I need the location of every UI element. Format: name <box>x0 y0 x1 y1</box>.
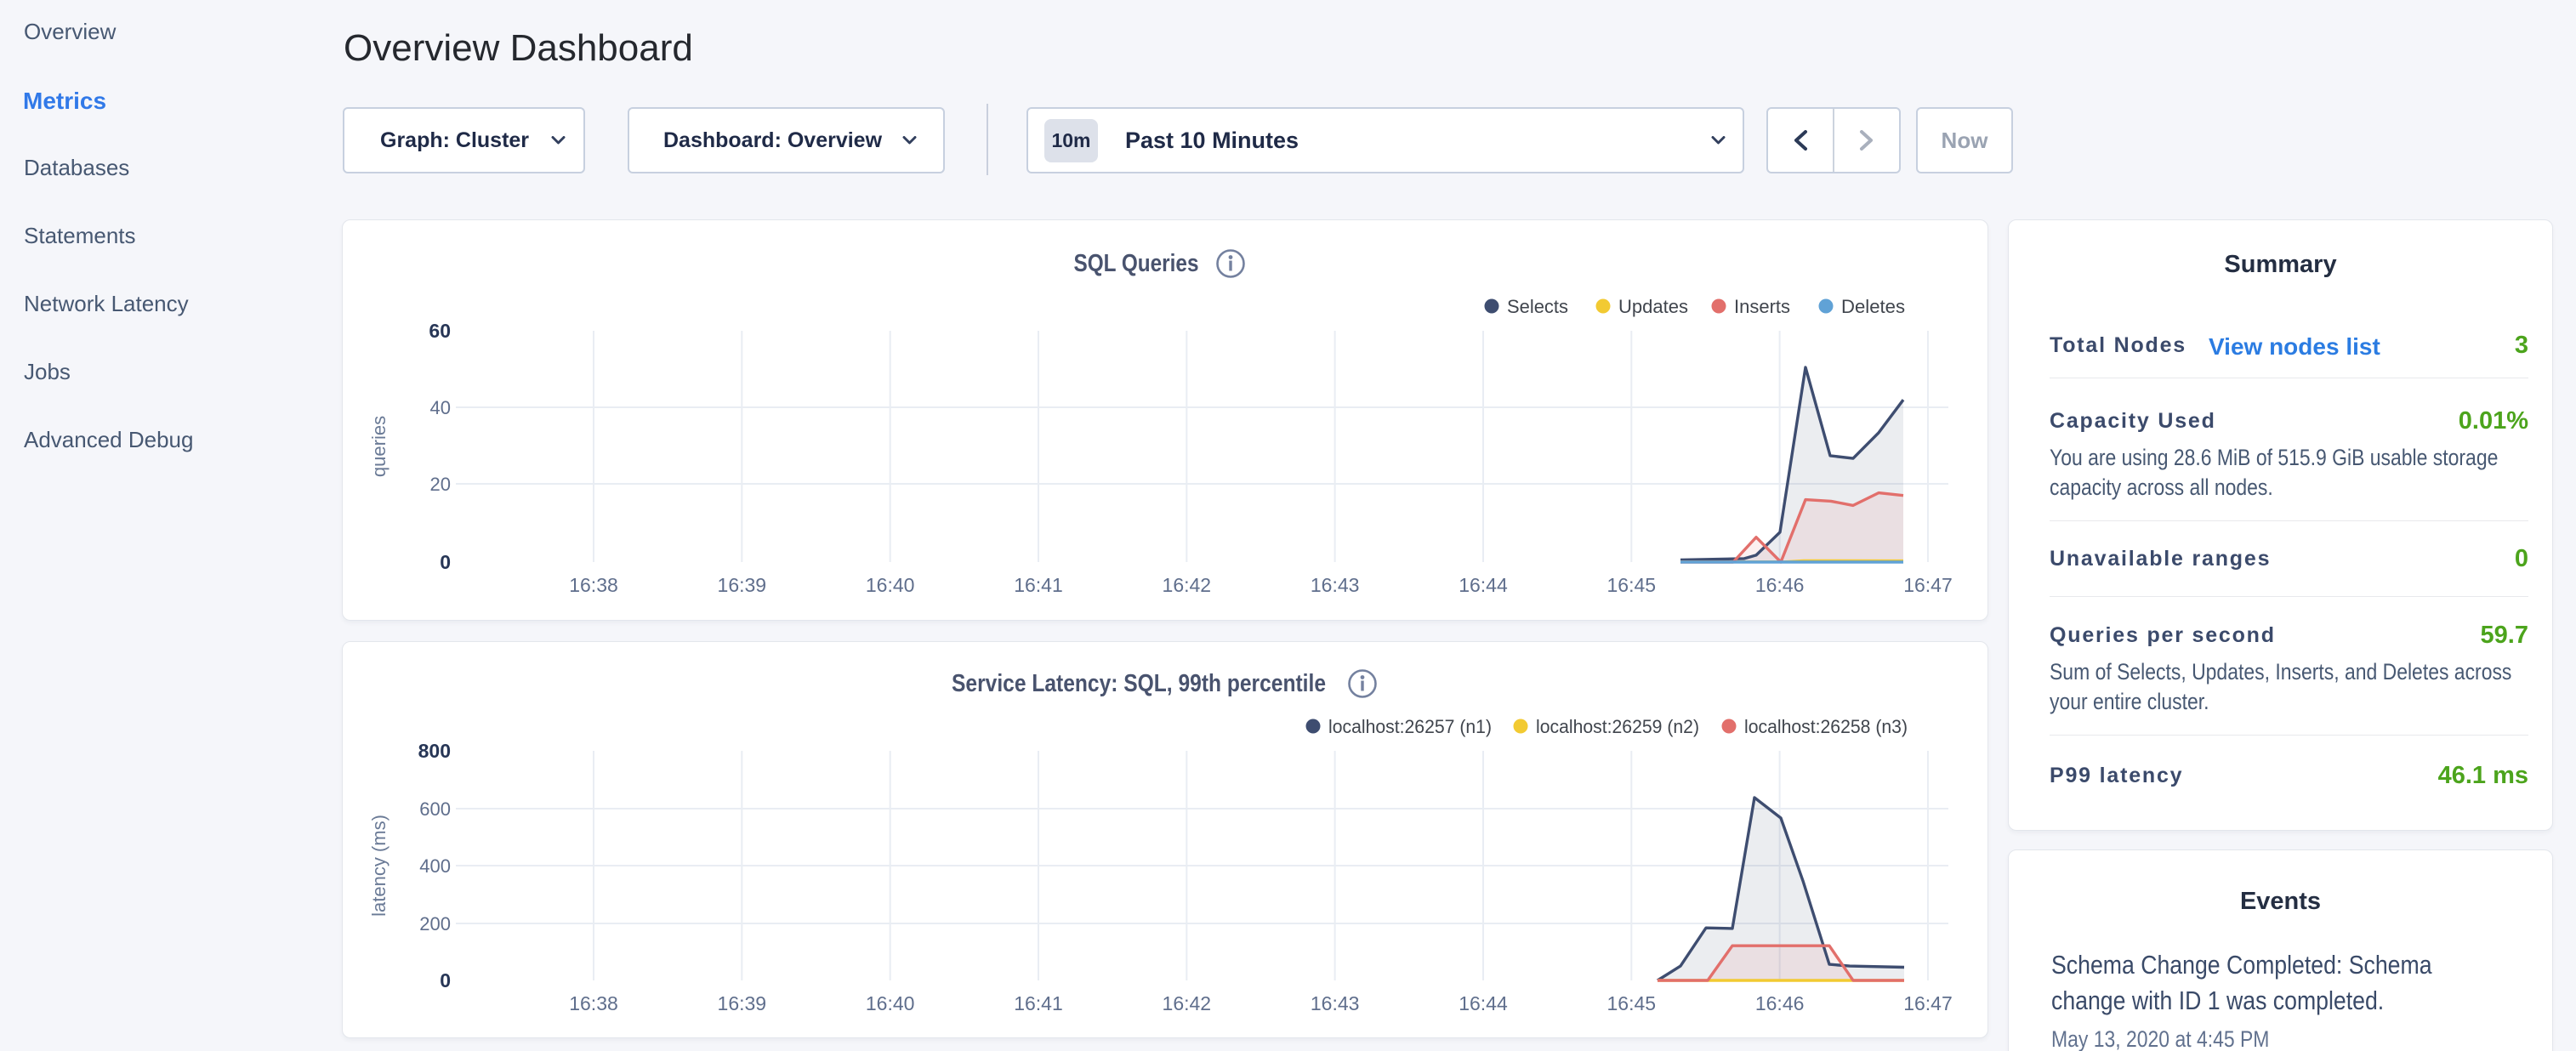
svg-text:16:40: 16:40 <box>866 992 915 1014</box>
svg-text:16:45: 16:45 <box>1607 992 1657 1014</box>
svg-text:20: 20 <box>430 474 451 495</box>
svg-text:Deletes: Deletes <box>1841 296 1905 317</box>
svg-text:16:43: 16:43 <box>1311 574 1360 596</box>
svg-text:Service Latency: SQL, 99th per: Service Latency: SQL, 99th percentile <box>952 670 1326 697</box>
svg-text:600: 600 <box>419 798 451 820</box>
svg-text:16:39: 16:39 <box>718 992 767 1014</box>
svg-text:Updates: Updates <box>1618 296 1688 317</box>
svg-text:16:42: 16:42 <box>1163 992 1212 1014</box>
svg-text:16:41: 16:41 <box>1014 574 1063 596</box>
svg-text:16:41: 16:41 <box>1014 992 1063 1014</box>
svg-text:16:44: 16:44 <box>1459 992 1508 1014</box>
svg-text:60: 60 <box>429 320 451 342</box>
svg-text:16:46: 16:46 <box>1755 992 1805 1014</box>
svg-text:0: 0 <box>440 969 451 991</box>
svg-text:16:40: 16:40 <box>866 574 915 596</box>
svg-text:40: 40 <box>430 397 451 418</box>
svg-text:16:44: 16:44 <box>1459 574 1508 596</box>
svg-text:queries: queries <box>368 416 390 477</box>
svg-text:16:45: 16:45 <box>1607 574 1657 596</box>
svg-text:16:38: 16:38 <box>569 574 618 596</box>
svg-text:200: 200 <box>419 913 451 935</box>
svg-text:16:47: 16:47 <box>1903 992 1953 1014</box>
svg-text:localhost:26259 (n2): localhost:26259 (n2) <box>1536 716 1699 737</box>
svg-text:16:46: 16:46 <box>1755 574 1805 596</box>
svg-text:400: 400 <box>419 855 451 877</box>
svg-text:16:38: 16:38 <box>569 992 618 1014</box>
svg-text:localhost:26257 (n1): localhost:26257 (n1) <box>1328 716 1492 737</box>
svg-text:16:39: 16:39 <box>718 574 767 596</box>
svg-text:16:42: 16:42 <box>1163 574 1212 596</box>
svg-text:16:43: 16:43 <box>1311 992 1360 1014</box>
svg-text:SQL Queries: SQL Queries <box>1074 250 1199 277</box>
svg-text:0: 0 <box>440 551 451 573</box>
svg-text:Selects: Selects <box>1507 296 1568 317</box>
svg-text:latency (ms): latency (ms) <box>368 815 390 917</box>
svg-text:16:47: 16:47 <box>1903 574 1953 596</box>
svg-text:Inserts: Inserts <box>1734 296 1790 317</box>
svg-text:localhost:26258 (n3): localhost:26258 (n3) <box>1744 716 1908 737</box>
svg-text:800: 800 <box>418 740 451 762</box>
